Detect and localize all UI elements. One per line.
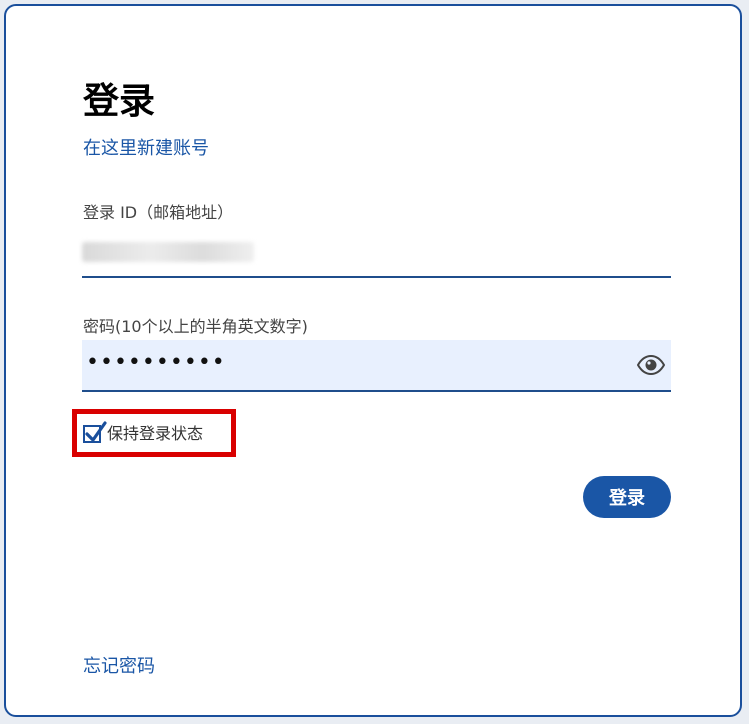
eye-icon[interactable] <box>636 354 666 376</box>
login-id-input[interactable] <box>82 234 671 278</box>
redacted-email-value <box>82 242 254 262</box>
password-masked-value: •••••••••• <box>86 350 226 375</box>
forgot-password-link[interactable]: 忘记密码 <box>83 654 155 680</box>
checkmark-icon <box>85 421 107 442</box>
login-card: 登录 在这里新建账号 登录 ID（邮箱地址） 密码(10个以上的半角英文数字) … <box>4 4 742 717</box>
password-input[interactable]: •••••••••• <box>82 340 671 392</box>
page-title: 登录 <box>83 81 156 122</box>
login-id-label: 登录 ID（邮箱地址） <box>83 203 234 222</box>
remember-me-checkbox[interactable] <box>83 421 107 443</box>
remember-me-label: 保持登录状态 <box>107 424 204 443</box>
password-label: 密码(10个以上的半角英文数字) <box>83 317 308 336</box>
remember-me-row[interactable]: 保持登录状态 <box>83 421 204 446</box>
login-button[interactable]: 登录 <box>583 476 671 518</box>
create-account-link[interactable]: 在这里新建账号 <box>83 136 209 162</box>
